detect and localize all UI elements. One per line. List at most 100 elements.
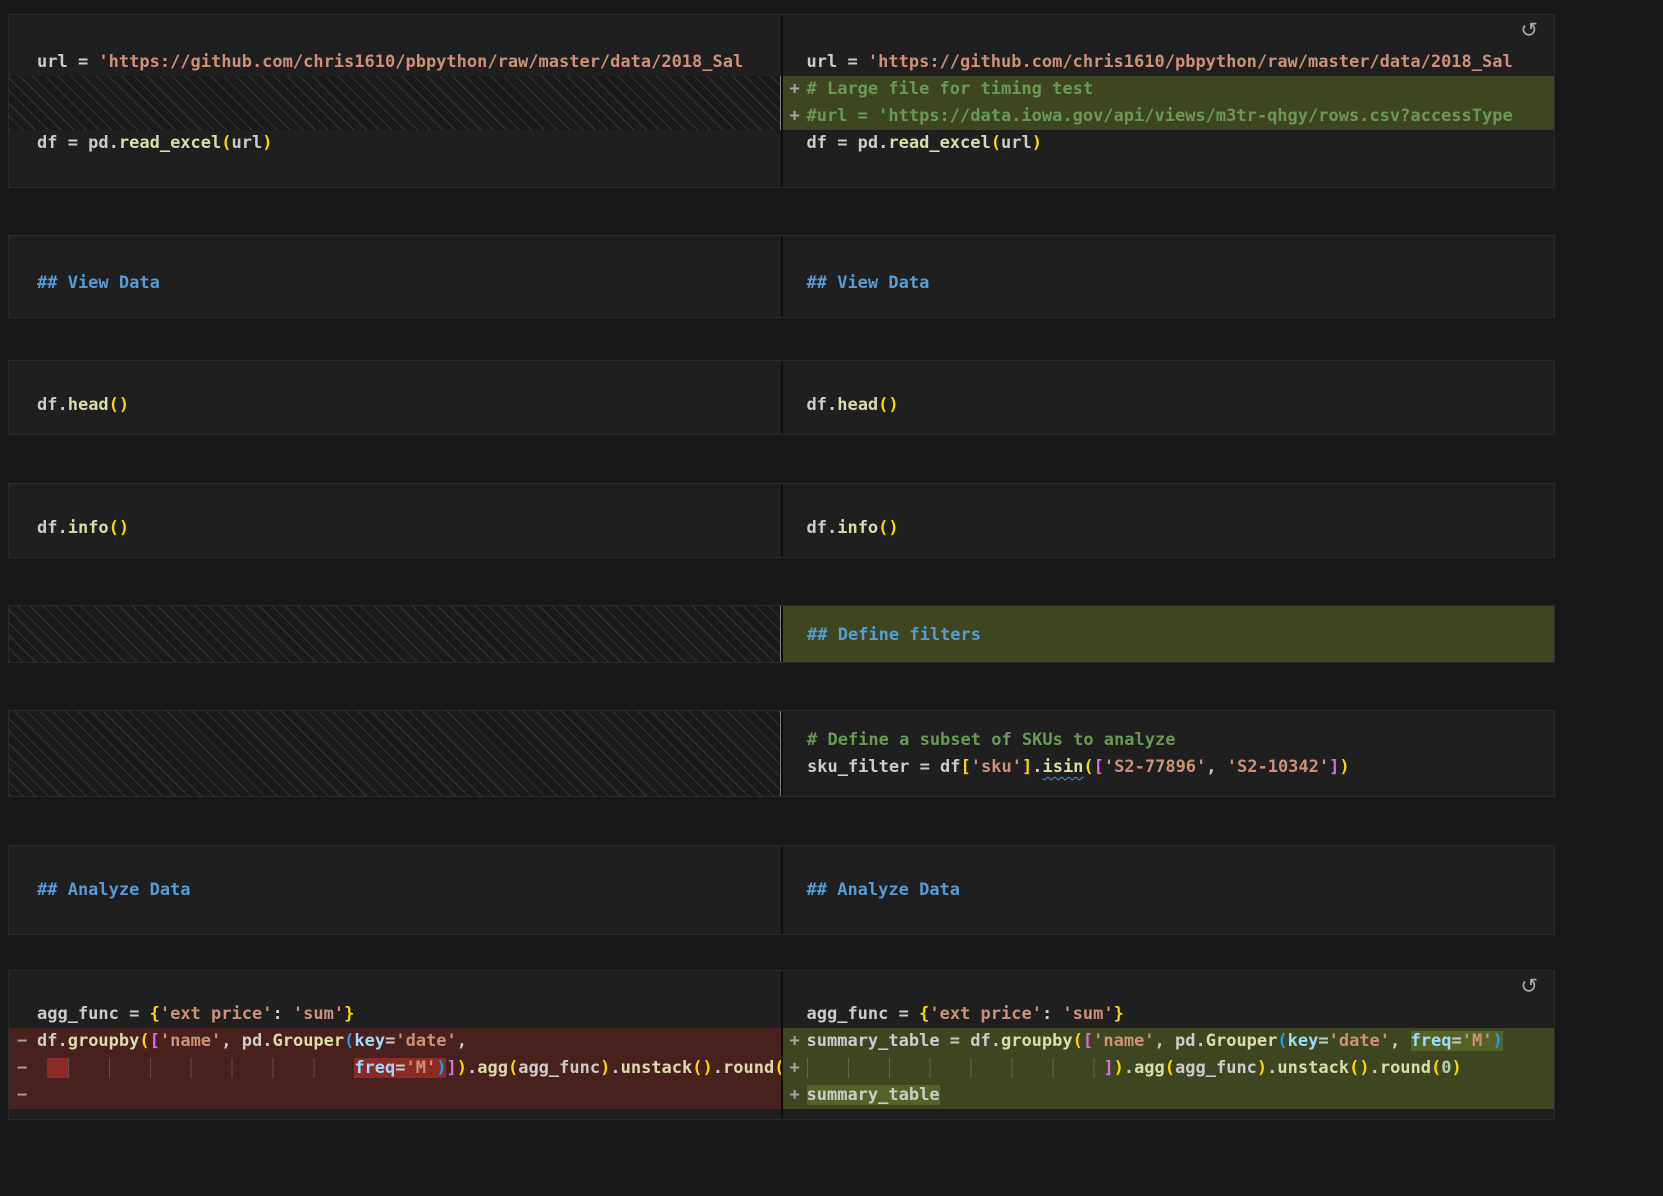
code-token: ( <box>1431 1058 1441 1078</box>
code-token <box>47 1058 67 1078</box>
code-line[interactable]: agg_func = {'ext price': 'sum'} <box>9 1001 781 1028</box>
code-token: = <box>385 1031 395 1051</box>
code-token: . <box>1267 1058 1277 1078</box>
diff-marker: − <box>17 1055 27 1082</box>
code-token: ) <box>888 518 898 538</box>
code-token: ( <box>109 395 119 415</box>
code-token: Grouper <box>1206 1031 1278 1051</box>
code-token: 'https://github.com/chris1610/pbpython/r… <box>868 52 1513 72</box>
code-line[interactable]: +summary_table = df.groupby(['name', pd.… <box>783 1028 1555 1055</box>
code-line[interactable]: agg_func = {'ext price': 'sum'} <box>783 1001 1555 1028</box>
code-token: read_excel <box>119 133 221 153</box>
code-line[interactable]: df = pd.read_excel(url) <box>9 130 781 157</box>
code-token: = <box>1318 1031 1328 1051</box>
code-line[interactable]: df = pd.read_excel(url) <box>783 130 1555 157</box>
markdown-line[interactable]: ## Analyze Data <box>9 877 781 904</box>
deleted-lines-filler <box>9 76 781 130</box>
code-line[interactable]: url = 'https://github.com/chris1610/pbpy… <box>783 49 1555 76</box>
code-token: [ <box>1094 757 1104 777</box>
diff-marker: + <box>790 1055 800 1082</box>
code-token: groupby <box>1001 1031 1073 1051</box>
markdown-line[interactable]: ## View Data <box>9 270 781 297</box>
diff-right-pane: url = 'https://github.com/chris1610/pbpy… <box>781 15 1555 187</box>
markdown-line[interactable]: ## Define filters <box>783 622 1554 649</box>
diff-left-pane: agg_func = {'ext price': 'sum'}−df.group… <box>9 971 781 1119</box>
code-token: df. <box>37 395 68 415</box>
code-token: 'name' <box>160 1031 221 1051</box>
code-token: key <box>1288 1031 1319 1051</box>
code-line[interactable]: +summary_table <box>783 1082 1555 1109</box>
revert-cell-icon[interactable]: ↺ <box>1520 976 1538 997</box>
code-token: read_excel <box>888 133 990 153</box>
code-line[interactable]: df.info() <box>9 515 781 542</box>
code-token: { <box>919 1004 929 1024</box>
code-token: , <box>1206 757 1226 777</box>
code-token: ) <box>703 1058 713 1078</box>
diff-left-pane: df.info() <box>9 484 781 557</box>
cell-diff-groupby-summary: agg_func = {'ext price': 'sum'}−df.group… <box>8 970 1555 1120</box>
code-token: 'sku' <box>971 757 1022 777</box>
code-line[interactable]: −df.groupby(['name', pd.Grouper(key='dat… <box>9 1028 781 1055</box>
diff-right-pane: ## Define filters <box>781 606 1554 662</box>
code-token <box>37 1058 47 1078</box>
code-line[interactable]: + ]).agg(agg_func).unstack().round(0) <box>783 1055 1555 1082</box>
code-token: 'sum' <box>293 1004 344 1024</box>
code-token: df. <box>37 1031 68 1051</box>
cell-diff-define-filters-heading: ## Define filters <box>8 605 1555 663</box>
code-token: [ <box>150 1031 160 1051</box>
diff-right-pane: df.head() <box>781 361 1555 434</box>
code-line[interactable]: − freq='M')]).agg(agg_func).unstack().ro… <box>9 1055 781 1082</box>
code-token: ( <box>878 395 888 415</box>
code-token: info <box>837 518 878 538</box>
code-token: ) <box>1114 1058 1124 1078</box>
code-token: ( <box>344 1031 354 1051</box>
code-line[interactable]: +# Large file for timing test <box>783 76 1555 103</box>
diff-right-pane: # Define a subset of SKUs to analyzesku_… <box>781 711 1554 796</box>
diff-left-pane: url = 'https://github.com/chris1610/pbpy… <box>9 15 781 187</box>
code-token: ( <box>1073 1031 1083 1051</box>
markdown-line[interactable]: ## View Data <box>783 270 1555 297</box>
code-token: ) <box>262 133 272 153</box>
code-line[interactable]: − <box>9 1082 781 1109</box>
code-token: 'S2-10342' <box>1227 757 1329 777</box>
code-token: ) <box>1257 1058 1267 1078</box>
code-token: ] <box>1329 757 1339 777</box>
code-token: ] <box>446 1058 456 1078</box>
cell-diff-sku-filter: # Define a subset of SKUs to analyzesku_… <box>8 710 1555 797</box>
code-token: summary_table = df. <box>807 1031 1001 1051</box>
code-token: ( <box>109 518 119 538</box>
code-token: df. <box>807 395 838 415</box>
code-token: ) <box>1339 757 1349 777</box>
code-token <box>68 1058 355 1078</box>
code-token: 'date' <box>395 1031 456 1051</box>
code-token: ## Analyze Data <box>37 880 191 900</box>
code-line[interactable]: # Define a subset of SKUs to analyze <box>783 727 1554 754</box>
code-token: 'date' <box>1329 1031 1390 1051</box>
code-token: [ <box>961 757 971 777</box>
code-token: agg_func = <box>37 1004 150 1024</box>
code-token: . <box>467 1058 477 1078</box>
cell-diff-analyze-heading: ## Analyze Data ## Analyze Data <box>8 845 1555 935</box>
code-token: df = pd. <box>807 133 889 153</box>
code-token: ) <box>600 1058 610 1078</box>
code-token: { <box>150 1004 160 1024</box>
markdown-line[interactable]: ## Analyze Data <box>783 877 1555 904</box>
cell-diff-import: url = 'https://github.com/chris1610/pbpy… <box>8 14 1555 188</box>
code-token: ( <box>991 133 1001 153</box>
code-line[interactable]: df.head() <box>783 392 1555 419</box>
code-token: : <box>272 1004 292 1024</box>
code-line[interactable]: +#url = 'https://data.iowa.gov/api/views… <box>783 103 1555 130</box>
code-token: ( <box>878 518 888 538</box>
code-token: freq <box>1411 1031 1452 1051</box>
code-line[interactable]: url = 'https://github.com/chris1610/pbpy… <box>9 49 781 76</box>
code-line[interactable]: sku_filter = df['sku'].isin(['S2-77896',… <box>783 754 1554 781</box>
code-line[interactable]: df.info() <box>783 515 1555 542</box>
code-token: 'ext price' <box>160 1004 273 1024</box>
code-token: 'name' <box>1093 1031 1154 1051</box>
code-token: ( <box>692 1058 702 1078</box>
revert-cell-icon[interactable]: ↺ <box>1520 20 1538 41</box>
code-token: ( <box>508 1058 518 1078</box>
code-token: ## View Data <box>807 273 930 293</box>
code-token: ## Analyze Data <box>807 880 961 900</box>
code-line[interactable]: df.head() <box>9 392 781 419</box>
